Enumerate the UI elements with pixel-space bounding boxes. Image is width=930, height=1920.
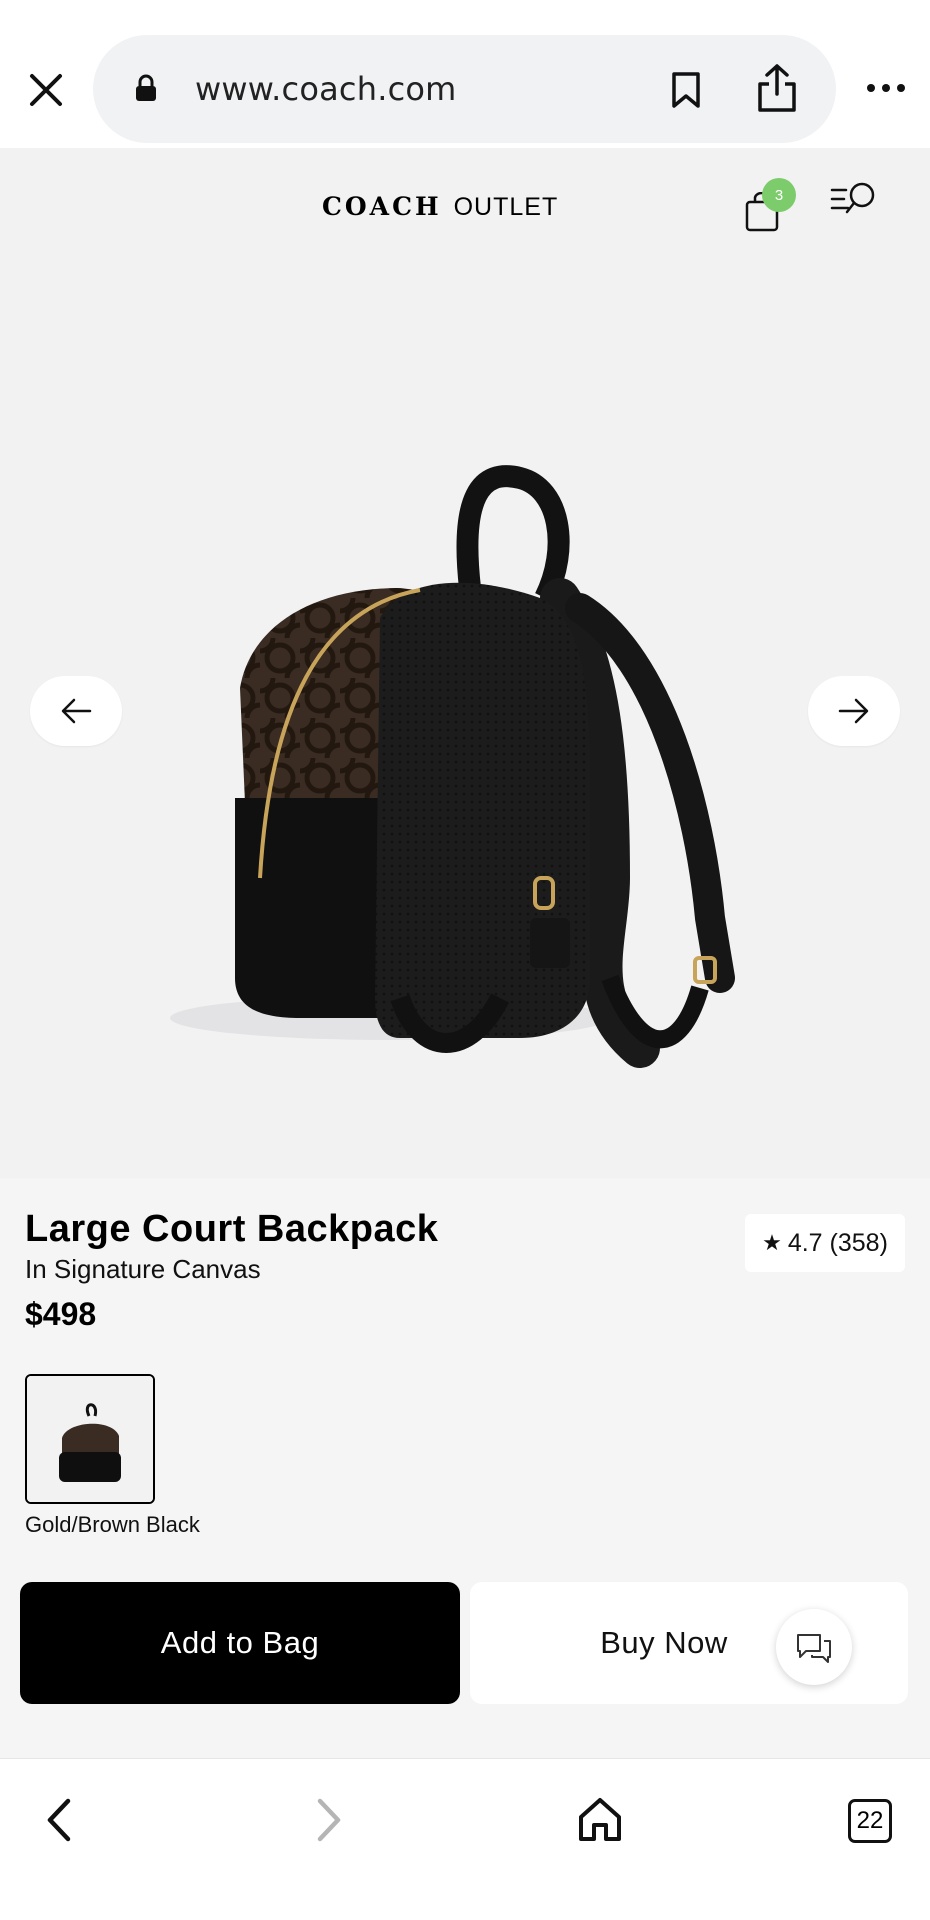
share-icon — [758, 64, 796, 112]
chevron-left-icon — [47, 1798, 71, 1842]
carousel-previous-button[interactable] — [30, 676, 122, 746]
bag-count-badge: 3 — [762, 178, 796, 212]
buy-now-label: Buy Now — [600, 1625, 728, 1660]
rating-badge[interactable]: ★ 4.7 (358) — [745, 1214, 905, 1272]
add-to-bag-button[interactable]: Add to Bag — [20, 1582, 460, 1704]
close-button[interactable] — [22, 66, 70, 114]
color-swatch[interactable] — [25, 1374, 155, 1504]
browser-bottom-nav: 22 — [0, 1758, 930, 1920]
color-name: Gold/Brown Black — [25, 1512, 200, 1537]
chat-icon — [797, 1634, 831, 1663]
swatch-thumbnail-image — [27, 1376, 153, 1502]
chat-button[interactable] — [776, 1609, 852, 1685]
logo-sub: OUTLET — [453, 193, 559, 221]
shopping-bag-button[interactable]: 3 — [742, 178, 796, 234]
home-icon — [579, 1798, 621, 1841]
menu-search-button[interactable] — [830, 180, 880, 226]
share-button[interactable] — [750, 60, 804, 116]
more-options-button[interactable] — [862, 74, 910, 102]
arrow-left-icon — [61, 698, 92, 724]
more-icon — [867, 84, 905, 92]
add-to-bag-label: Add to Bag — [160, 1625, 320, 1660]
product-page: COACH OUTLET 3 Large Court Backpack In S… — [0, 148, 930, 1758]
arrow-right-icon — [838, 698, 869, 724]
logo-brand: COACH — [322, 192, 442, 221]
product-title: Large Court Backpack — [25, 1208, 439, 1250]
forward-button[interactable] — [308, 1795, 348, 1845]
browser-top-bar: www.coach.com — [0, 0, 930, 148]
site-header: COACH OUTLET 3 — [0, 148, 930, 258]
star-icon: ★ — [762, 1230, 782, 1255]
rating-text: 4.7 (358) — [787, 1228, 888, 1257]
lock-icon — [136, 74, 156, 101]
product-subtitle: In Signature Canvas — [25, 1254, 261, 1284]
product-image-backpack — [170, 465, 735, 1068]
bookmark-button[interactable] — [664, 66, 708, 114]
chevron-right-icon — [317, 1798, 341, 1842]
menu-search-icon — [830, 182, 875, 214]
tabs-button[interactable]: 22 — [848, 1799, 892, 1843]
product-price: $498 — [25, 1296, 97, 1332]
product-gallery: COACH OUTLET 3 — [0, 148, 930, 1178]
back-button[interactable] — [40, 1795, 80, 1845]
home-button[interactable] — [576, 1795, 624, 1845]
carousel-next-button[interactable] — [808, 676, 900, 746]
coach-outlet-logo[interactable]: COACH OUTLET — [322, 192, 558, 222]
close-icon — [30, 74, 62, 106]
url-text[interactable]: www.coach.com — [195, 70, 457, 108]
bookmark-icon — [672, 72, 700, 108]
